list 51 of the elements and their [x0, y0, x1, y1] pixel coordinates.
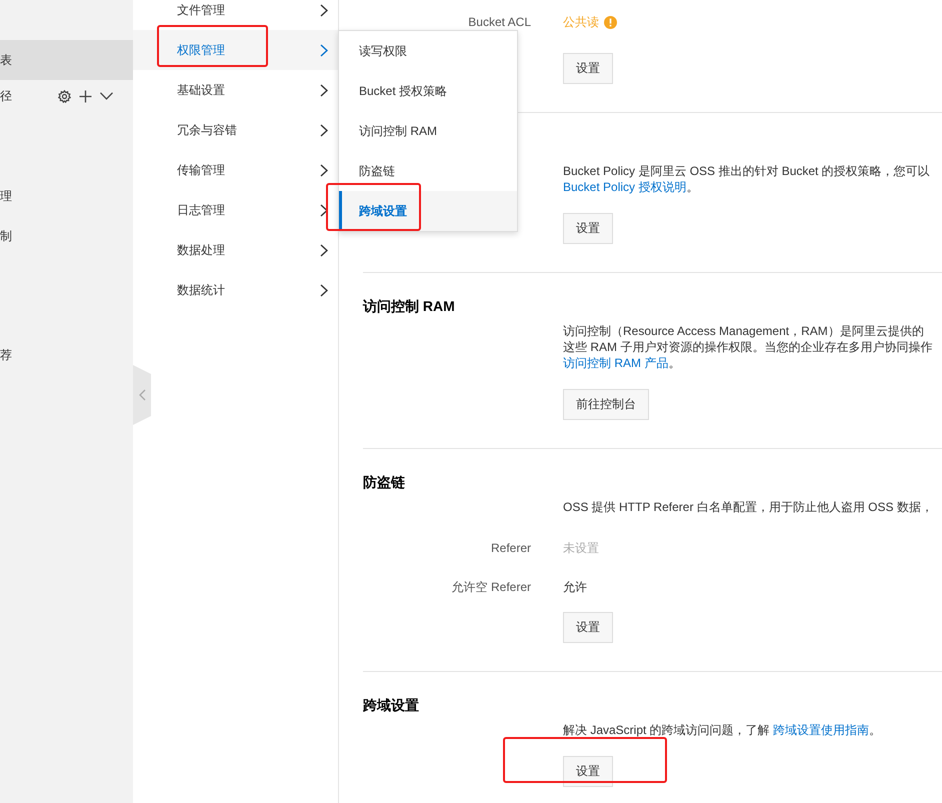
chevron-right-icon	[320, 244, 328, 256]
field-label: 允许空 Referer	[450, 578, 531, 596]
plus-icon[interactable]	[79, 90, 92, 102]
settings-icon[interactable]	[58, 90, 71, 102]
chevron-right-icon	[320, 284, 328, 296]
chevron-left-icon	[138, 389, 146, 401]
submenu-item[interactable]: 访问控制 RAM	[339, 111, 517, 151]
section-title: 防盗链	[363, 473, 406, 492]
field-label: Bucket ACL	[467, 15, 531, 29]
sidebar-item[interactable]: 制	[0, 216, 133, 256]
chevron-right-icon	[320, 164, 328, 176]
sidebar-item[interactable]: 荐	[0, 335, 133, 375]
submenu-item[interactable]: 读写权限	[339, 31, 517, 71]
submenu-item[interactable]: 防盗链	[339, 151, 517, 191]
sidebar-item[interactable]: 表	[0, 40, 133, 80]
field-value: 未设置	[563, 540, 599, 556]
settings-button[interactable]: 前往控制台	[563, 389, 649, 420]
field-label: Referer	[490, 541, 531, 555]
menu-item[interactable]: 传输管理	[133, 150, 338, 190]
settings-button[interactable]: 设置	[563, 213, 613, 244]
menu-item[interactable]: 权限管理	[133, 30, 338, 70]
settings-button[interactable]: 设置	[563, 756, 613, 787]
description-text: OSS 提供 HTTP Referer 白名单配置，用于防止他人盗用 OSS 数据，	[563, 499, 934, 515]
chevron-right-icon	[320, 84, 328, 96]
menu-item[interactable]: 数据处理	[133, 230, 338, 270]
submenu-item[interactable]: 跨域设置	[339, 191, 517, 231]
section-title: 访问控制 RAM	[363, 297, 456, 316]
sidebar-item[interactable]: 径	[0, 80, 133, 112]
submenu-item[interactable]: Bucket 授权策略	[339, 71, 517, 111]
chevron-down-icon[interactable]	[100, 92, 113, 100]
field-value: 公共读	[563, 14, 599, 30]
chevron-right-icon	[320, 4, 328, 16]
chevron-right-icon	[320, 124, 328, 136]
settings-button[interactable]: 设置	[563, 53, 613, 84]
menu-item[interactable]: 基础设置	[133, 70, 338, 110]
description-text: 访问控制（Resource Access Management，RAM）是阿里云提供的 这些 RAM 子用户对资源的操作权限。当您的企业存在多用户协同操作 访问控制 RAM 产品。	[563, 323, 934, 371]
guide-link[interactable]: 跨域设置使用指南	[773, 723, 870, 737]
menu-item[interactable]: 日志管理	[133, 190, 338, 230]
guide-link[interactable]: Bucket Policy 授权说明	[563, 180, 686, 194]
section-title: 跨域设置	[363, 696, 420, 715]
sidebar-item[interactable]: 理	[0, 176, 133, 216]
field-value: 允许	[563, 578, 587, 596]
settings-button[interactable]: 设置	[563, 612, 613, 643]
menu-item[interactable]: 文件管理	[133, 0, 338, 30]
description-text: Bucket Policy 是阿里云 OSS 推出的针对 Bucket 的授权策略，您可以 Bucket Policy 授权说明。	[563, 163, 931, 195]
menu-item[interactable]: 数据统计	[133, 270, 338, 310]
chevron-right-icon	[320, 204, 328, 216]
guide-link[interactable]: 访问控制 RAM 产品	[563, 356, 668, 370]
menu-item[interactable]: 冗余与容错	[133, 110, 338, 150]
description-text: 解决 JavaScript 的跨域访问问题，了解 跨域设置使用指南。	[563, 722, 882, 738]
chevron-right-icon	[320, 44, 328, 56]
